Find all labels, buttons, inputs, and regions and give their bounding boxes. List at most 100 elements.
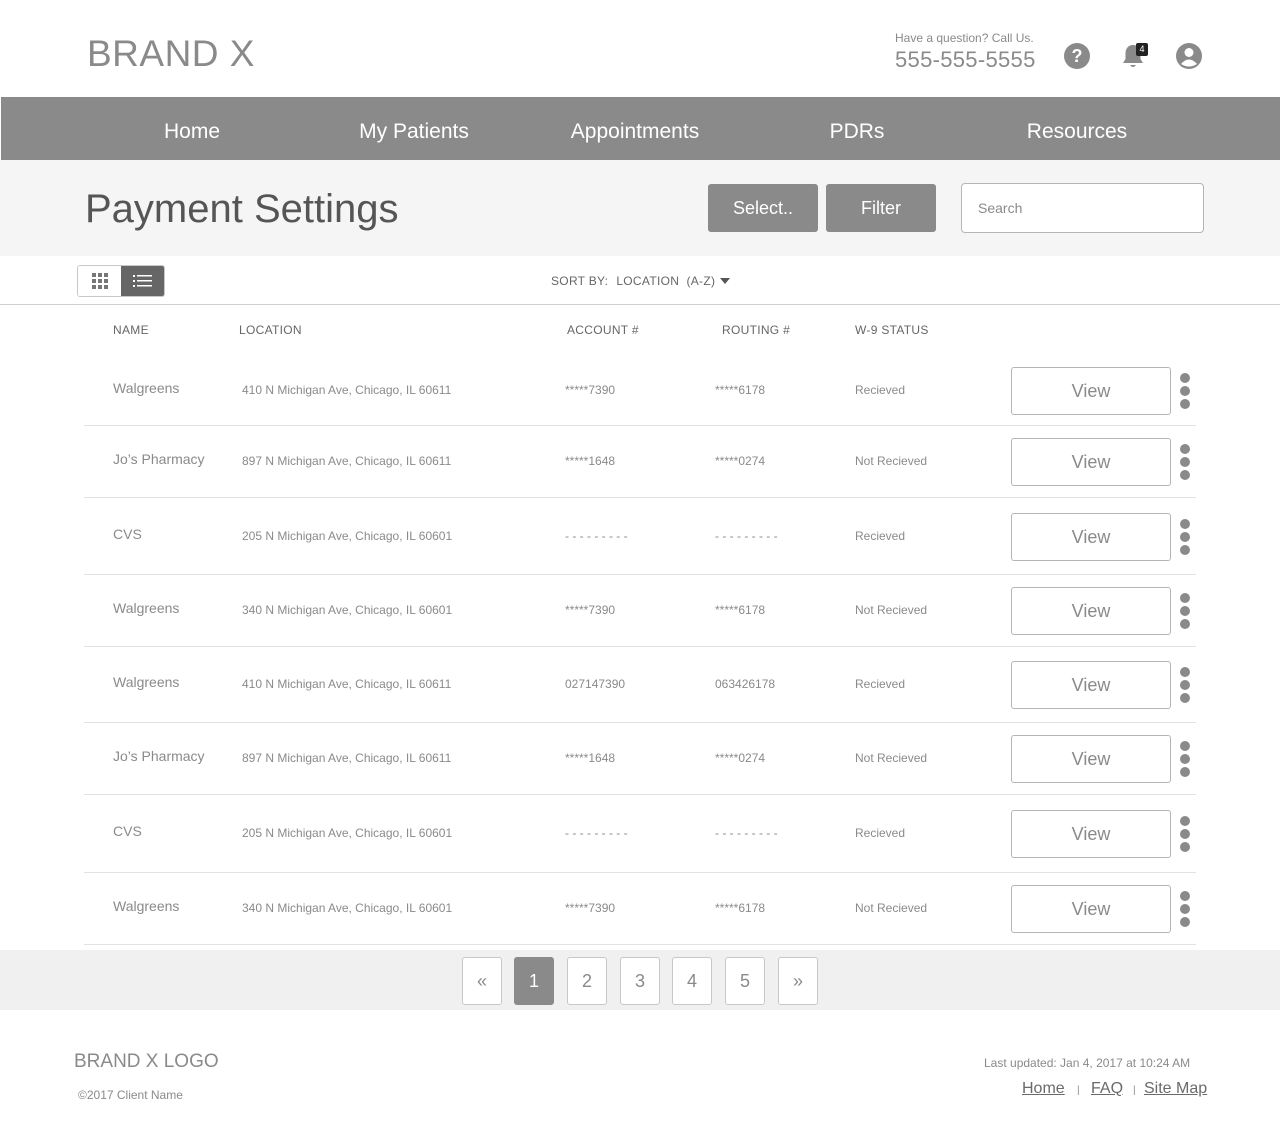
prev-page-button[interactable]: « <box>462 957 502 1005</box>
cell-routing: 063426178 <box>715 677 776 691</box>
footer-logo: BRAND X LOGO <box>74 1051 219 1072</box>
search-input[interactable] <box>961 183 1204 233</box>
more-options-icon[interactable] <box>1179 519 1191 559</box>
col-header-location[interactable]: LOCATION <box>239 323 302 337</box>
table-row[interactable]: Walgreens 410 N Michigan Ave, Chicago, IL… <box>84 355 1196 426</box>
contact-phone[interactable]: 555-555-5555 <box>895 47 1036 73</box>
nav-resources[interactable]: Resources <box>1005 97 1149 160</box>
footer-link-site-map[interactable]: Site Map <box>1144 1080 1207 1098</box>
more-options-icon[interactable] <box>1179 593 1191 633</box>
page-button-1[interactable]: 1 <box>514 957 554 1005</box>
cell-location: 205 N Michigan Ave, Chicago, IL 60601 <box>242 529 453 543</box>
cell-name: CVS <box>113 526 142 542</box>
page-button-5[interactable]: 5 <box>725 957 765 1005</box>
view-toggle <box>77 265 165 297</box>
cell-w9-status: Recieved <box>855 383 906 397</box>
footer-separator: | <box>1077 1085 1080 1096</box>
cell-name: Walgreens <box>113 380 180 396</box>
help-icon[interactable]: ? <box>1063 42 1091 70</box>
list-icon <box>133 275 152 287</box>
nav-my-patients[interactable]: My Patients <box>335 97 493 160</box>
page-button-3[interactable]: 3 <box>620 957 660 1005</box>
more-options-icon[interactable] <box>1179 816 1191 856</box>
col-header-routing[interactable]: ROUTING # <box>722 323 790 337</box>
next-page-button[interactable]: » <box>778 957 818 1005</box>
cell-name: CVS <box>113 823 142 839</box>
col-header-w9-status[interactable]: W-9 STATUS <box>855 323 929 337</box>
cell-w9-status: Not Recieved <box>855 901 928 915</box>
cell-location: 340 N Michigan Ave, Chicago, IL 60601 <box>242 901 453 915</box>
footer-separator: | <box>1133 1085 1136 1096</box>
cell-account: - - - - - - - - - <box>565 826 628 840</box>
view-button[interactable]: View <box>1011 438 1171 486</box>
more-options-icon[interactable] <box>1179 891 1191 931</box>
footer-last-updated: Last updated: Jan 4, 2017 at 10:24 AM <box>984 1056 1191 1070</box>
title-bar: Payment Settings Select.. Filter <box>0 160 1280 256</box>
svg-text:?: ? <box>1072 46 1083 66</box>
view-button[interactable]: View <box>1011 885 1171 933</box>
sort-control[interactable]: SORT BY: LOCATION (A-Z) <box>551 274 731 288</box>
cell-routing: *****0274 <box>715 454 766 468</box>
brand-logo[interactable]: BRAND X <box>87 33 255 75</box>
cell-w9-status: Recieved <box>855 826 906 840</box>
nav-home[interactable]: Home <box>122 97 262 160</box>
more-options-icon[interactable] <box>1179 667 1191 707</box>
cell-name: Walgreens <box>113 674 180 690</box>
list-view-button[interactable] <box>121 266 164 296</box>
table-row[interactable]: Walgreens 340 N Michigan Ave, Chicago, IL… <box>84 575 1196 647</box>
cell-account: *****7390 <box>565 603 616 617</box>
nav-appointments[interactable]: Appointments <box>550 97 720 160</box>
cell-location: 897 N Michigan Ave, Chicago, IL 60611 <box>242 454 452 468</box>
cell-location: 410 N Michigan Ave, Chicago, IL 60611 <box>242 677 452 691</box>
cell-account: *****7390 <box>565 901 616 915</box>
header: BRAND X Have a question? Call Us. 555-55… <box>0 0 1280 97</box>
table-row[interactable]: Jo’s Pharmacy 897 N Michigan Ave, Chicago… <box>84 723 1196 795</box>
sort-label: SORT BY: <box>551 274 609 288</box>
select-button[interactable]: Select.. <box>708 184 818 232</box>
more-options-icon[interactable] <box>1179 373 1191 413</box>
view-toolbar: SORT BY: LOCATION (A-Z) <box>0 256 1280 305</box>
cell-name: Jo’s Pharmacy <box>113 748 205 764</box>
cell-account: *****7390 <box>565 383 616 397</box>
table-row[interactable]: Walgreens 340 N Michigan Ave, Chicago, IL… <box>84 873 1196 945</box>
main-nav: Home My Patients Appointments PDRs Resou… <box>1 97 1280 160</box>
cell-name: Walgreens <box>113 600 180 616</box>
col-header-name[interactable]: NAME <box>113 323 149 337</box>
user-icon[interactable] <box>1175 42 1203 70</box>
caret-down-icon[interactable] <box>720 278 731 284</box>
cell-routing: - - - - - - - - - <box>715 529 778 543</box>
more-options-icon[interactable] <box>1179 444 1191 484</box>
view-button[interactable]: View <box>1011 810 1171 858</box>
table-row[interactable]: Walgreens 410 N Michigan Ave, Chicago, IL… <box>84 647 1196 723</box>
cell-account: *****1648 <box>565 454 616 468</box>
cell-routing: - - - - - - - - - <box>715 826 778 840</box>
view-button[interactable]: View <box>1011 735 1171 783</box>
footer-link-faq[interactable]: FAQ <box>1091 1080 1123 1098</box>
view-button[interactable]: View <box>1011 661 1171 709</box>
footer-copyright: ©2017 Client Name <box>78 1088 183 1102</box>
cell-routing: *****6178 <box>715 383 766 397</box>
pagination-bar: « 1 2 3 4 5 » <box>0 950 1280 1010</box>
table-row[interactable]: Jo’s Pharmacy 897 N Michigan Ave, Chicago… <box>84 426 1196 498</box>
page-title: Payment Settings <box>85 187 399 231</box>
grid-view-button[interactable] <box>78 266 122 296</box>
cell-w9-status: Not Recieved <box>855 603 928 617</box>
cell-name: Jo’s Pharmacy <box>113 451 205 467</box>
filter-button[interactable]: Filter <box>826 184 936 232</box>
table-row[interactable]: CVS 205 N Michigan Ave, Chicago, IL 60601… <box>84 795 1196 873</box>
sort-value[interactable]: LOCATION (A-Z) <box>616 274 715 288</box>
more-options-icon[interactable] <box>1179 741 1191 781</box>
footer-link-home[interactable]: Home <box>1022 1080 1065 1098</box>
table-row[interactable]: CVS 205 N Michigan Ave, Chicago, IL 60601… <box>84 498 1196 575</box>
cell-w9-status: Recieved <box>855 529 906 543</box>
page-button-2[interactable]: 2 <box>567 957 607 1005</box>
page-button-4[interactable]: 4 <box>672 957 712 1005</box>
col-header-account[interactable]: ACCOUNT # <box>567 323 639 337</box>
nav-pdrs[interactable]: PDRs <box>797 97 917 160</box>
cell-account: 027147390 <box>565 677 626 691</box>
cell-routing: *****6178 <box>715 603 766 617</box>
view-button[interactable]: View <box>1011 367 1171 415</box>
cell-account: *****1648 <box>565 751 616 765</box>
view-button[interactable]: View <box>1011 587 1171 635</box>
view-button[interactable]: View <box>1011 513 1171 561</box>
